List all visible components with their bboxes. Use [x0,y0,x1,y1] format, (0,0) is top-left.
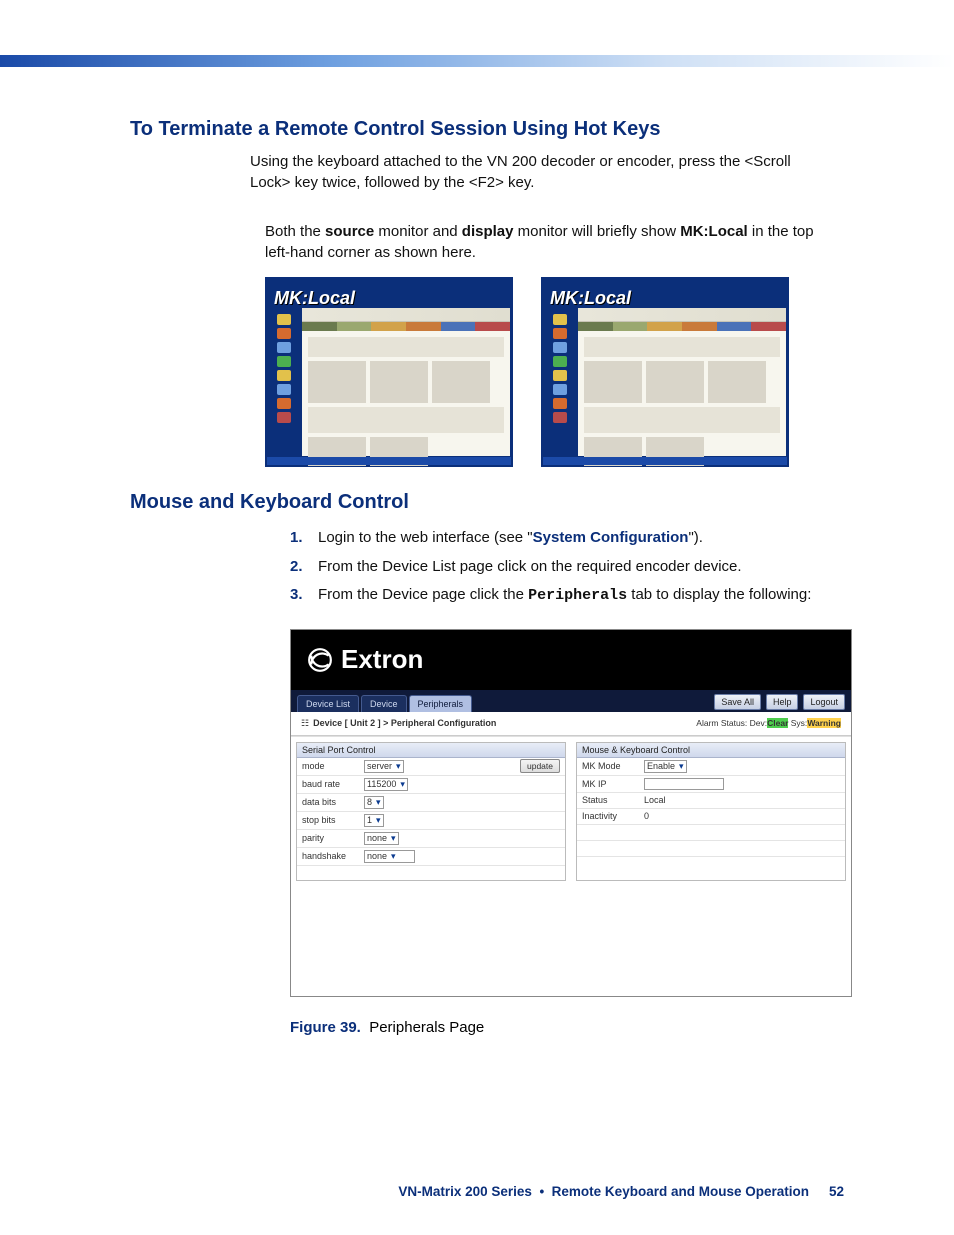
table-row: Status Local [577,792,845,808]
baud-dropdown[interactable]: 115200▾ [364,778,408,791]
mklocal-thumbnails: MK:Local [265,277,834,467]
system-configuration-link[interactable]: System Configuration [533,529,689,546]
terminate-body: Using the keyboard attached to the VN 20… [250,151,834,193]
step-1: Login to the web interface (see "System … [290,524,834,553]
mkip-input[interactable] [644,778,724,790]
mk-control-panel: Mouse & Keyboard Control MK Mode Enable▾… [576,742,846,881]
logout-button[interactable]: Logout [803,694,845,710]
mk-status-value: Local [639,792,845,808]
step-2: From the Device List page click on the r… [290,553,834,582]
tab-device-list[interactable]: Device List [297,695,359,712]
tree-icon: ☷ [301,718,309,729]
table-row: stop bits 1▾ [297,811,565,829]
parity-dropdown[interactable]: none▾ [364,832,399,845]
table-row: MK IP [577,775,845,792]
serial-port-title: Serial Port Control [297,743,565,758]
brand-label: Extron [341,644,423,675]
mk-control-title: Mouse & Keyboard Control [577,743,845,758]
heading-mk-control: Mouse and Keyboard Control [130,491,834,514]
note-both-monitors: Both the source monitor and display moni… [265,221,834,263]
mklocal-thumb-source: MK:Local [265,277,513,467]
mkmode-dropdown[interactable]: Enable▾ [644,760,687,773]
table-row: baud rate 115200▾ [297,775,565,793]
top-gradient [0,55,954,67]
save-all-button[interactable]: Save All [714,694,761,710]
figure-caption: Figure 39. Peripherals Page [290,1019,834,1036]
heading-terminate: To Terminate a Remote Control Session Us… [130,118,834,141]
tab-bar: Device List Device Peripherals Save All … [291,690,851,712]
help-button[interactable]: Help [766,694,799,710]
alarm-status: Alarm Status: Dev:Clear Sys:Warning [696,718,841,728]
mklocal-thumb-display: MK:Local [541,277,789,467]
mklocal-overlay-label: MK:Local [274,288,355,309]
tab-peripherals[interactable]: Peripherals [409,695,473,712]
breadcrumb: Device [ Unit 2 ] > Peripheral Configura… [313,718,496,728]
mode-dropdown[interactable]: server▾ [364,760,404,773]
page-footer: VN-Matrix 200 Series • Remote Keyboard a… [398,1184,844,1199]
serial-port-panel: Serial Port Control mode server▾ update … [296,742,566,881]
peripherals-screenshot: Extron Device List Device Peripherals Sa… [290,629,852,997]
step-3: From the Device page click the Periphera… [290,581,834,611]
app-header: Extron [291,630,851,690]
table-row: MK Mode Enable▾ [577,758,845,776]
table-row: handshake none▾ [297,847,565,865]
databits-dropdown[interactable]: 8▾ [364,796,384,809]
handshake-dropdown[interactable]: none▾ [364,850,415,863]
table-row: data bits 8▾ [297,793,565,811]
mklocal-overlay-label: MK:Local [550,288,631,309]
mk-inactivity-value: 0 [639,808,845,824]
extron-logo-icon [307,647,333,673]
tab-device[interactable]: Device [361,695,407,712]
table-row: Inactivity 0 [577,808,845,824]
table-row: mode server▾ update [297,758,565,776]
stopbits-dropdown[interactable]: 1▾ [364,814,384,827]
table-row: parity none▾ [297,829,565,847]
update-button[interactable]: update [520,759,560,773]
